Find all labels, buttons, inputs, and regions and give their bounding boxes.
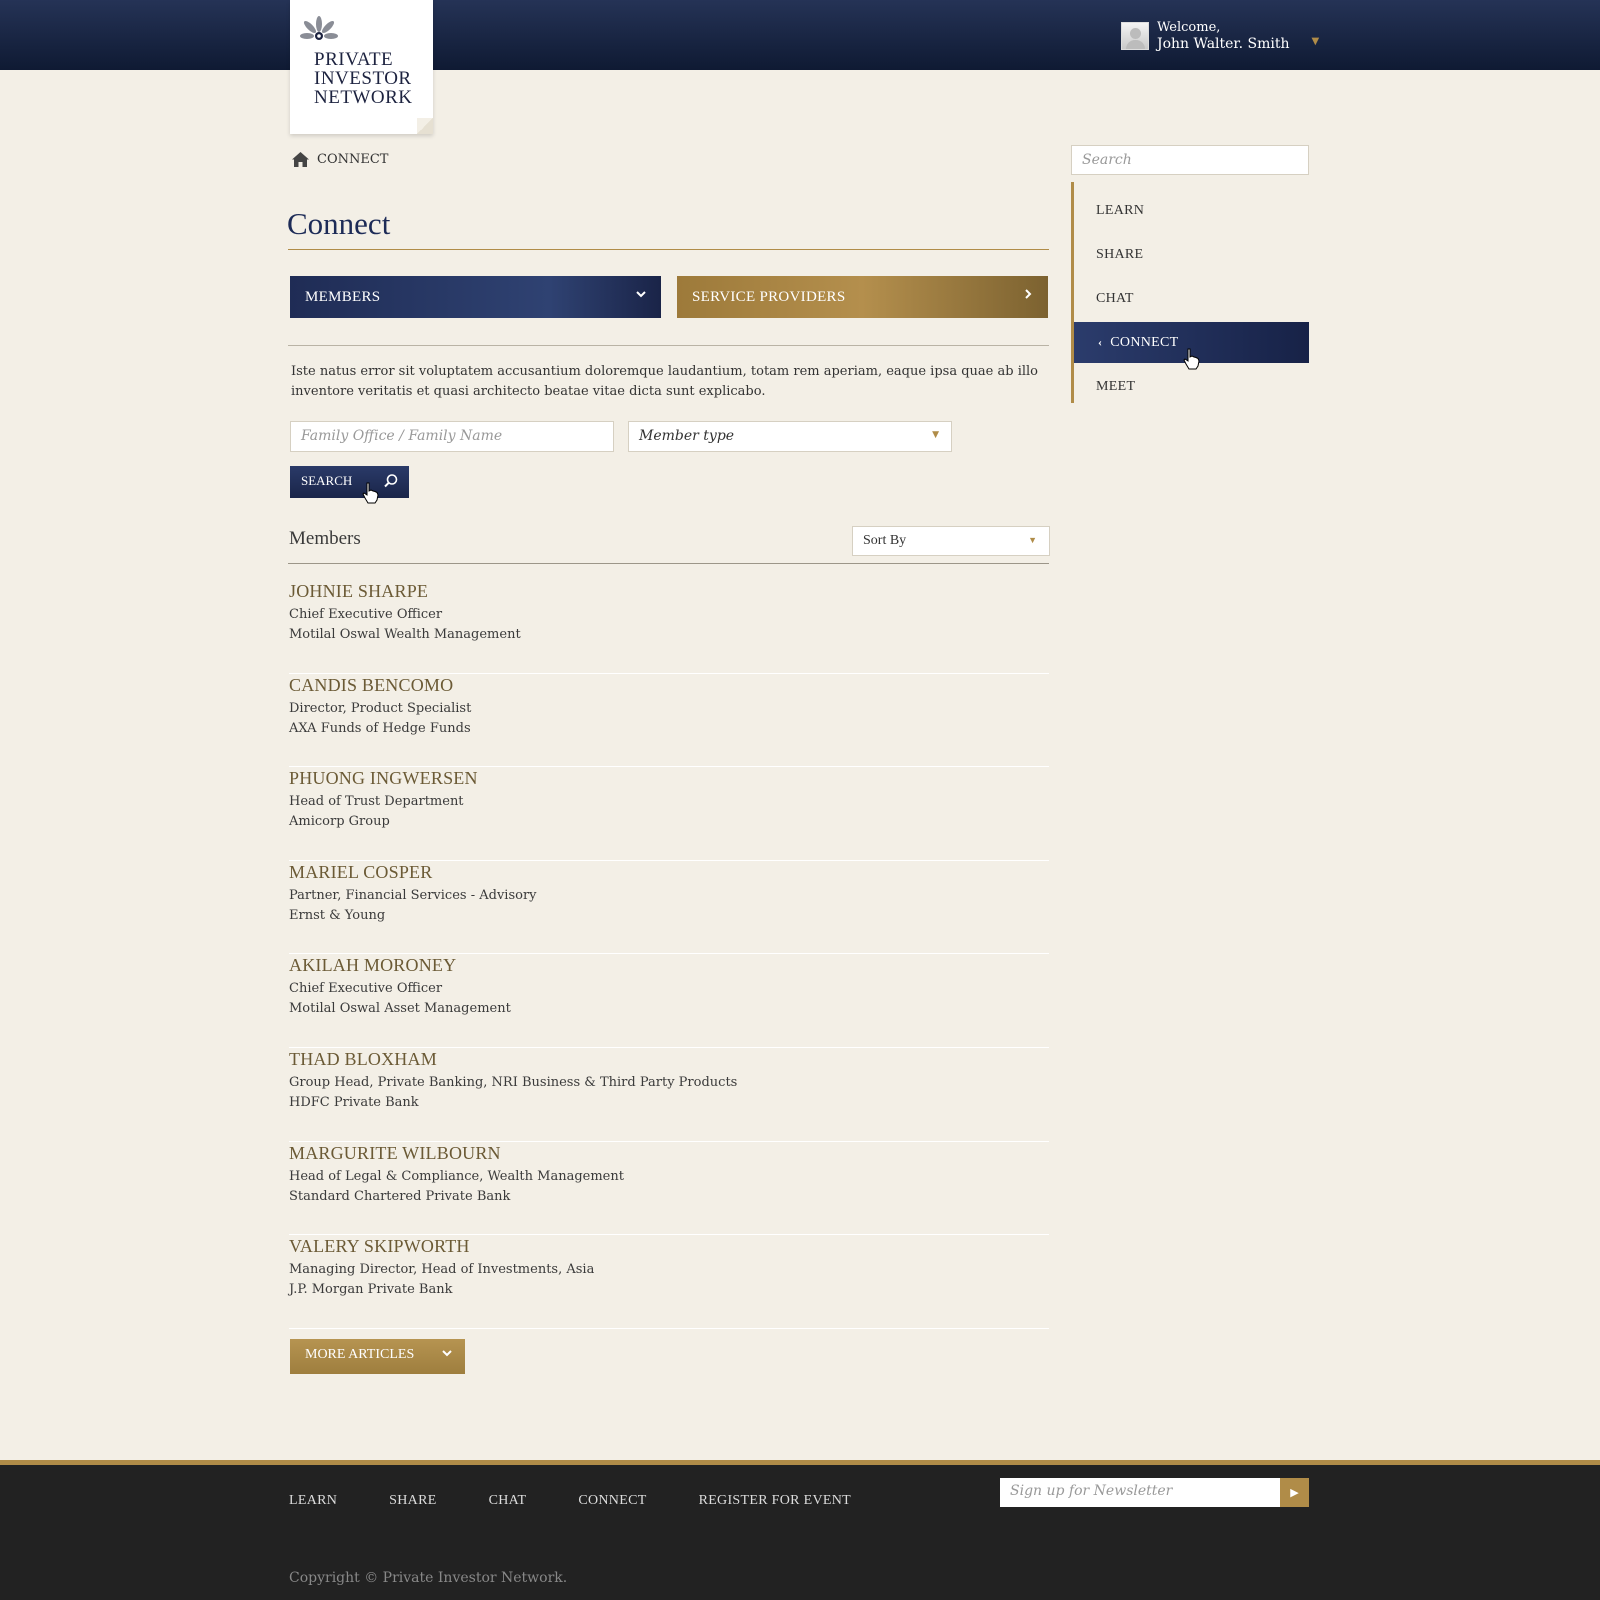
newsletter-input[interactable]: Sign up for Newsletter [1000, 1478, 1280, 1507]
member-title: Chief Executive Officer [289, 981, 443, 997]
breadcrumb-current[interactable]: CONNECT [317, 152, 388, 167]
member-name[interactable]: JOHNIE SHARPE [289, 580, 1049, 605]
sidebar-search-input[interactable]: Search [1071, 145, 1309, 175]
logo-line-2: INVESTOR [314, 68, 412, 89]
member-name[interactable]: MARGURITE WILBOURN [289, 1142, 1049, 1167]
sidebar-item-learn[interactable]: LEARN [1074, 190, 1309, 231]
sidebar-item-share[interactable]: SHARE [1074, 234, 1309, 275]
sidebar-item-label: MEET [1096, 378, 1136, 394]
sidebar-item-label: CONNECT [1110, 334, 1179, 350]
member-type-value: Member type [639, 428, 735, 444]
home-icon[interactable] [292, 152, 309, 167]
members-heading: Members [289, 528, 361, 549]
member-row: PHUONG INGWERSEN Head of Trust Department… [289, 767, 1049, 861]
avatar [1121, 22, 1149, 50]
breadcrumb: CONNECT [292, 152, 388, 167]
member-name[interactable]: PHUONG INGWERSEN [289, 767, 1049, 792]
member-row: VALERY SKIPWORTH Managing Director, Head … [289, 1235, 1049, 1329]
sidebar-item-chat[interactable]: CHAT [1074, 278, 1309, 319]
newsletter-submit-button[interactable]: ▶ [1280, 1478, 1309, 1507]
member-name[interactable]: MARIEL COSPER [289, 861, 1049, 886]
hand-cursor-icon [362, 482, 379, 504]
logo-line-1: PRIVATE [314, 49, 394, 70]
member-title: Head of Trust Department [289, 794, 464, 810]
footer-link-learn[interactable]: LEARN [289, 1493, 337, 1509]
top-bar: Welcome, John Walter. Smith ▼ [0, 0, 1600, 70]
member-row: MARGURITE WILBOURN Head of Legal & Compli… [289, 1142, 1049, 1236]
search-button[interactable]: SEARCH [290, 466, 409, 498]
caret-down-icon: ▼ [932, 430, 939, 440]
member-title: Chief Executive Officer [289, 607, 443, 622]
welcome-text: Welcome, [1157, 20, 1221, 35]
copyright: Copyright © Private Investor Network. [289, 1570, 568, 1586]
member-row: JOHNIE SHARPE Chief Executive Officer Moti… [289, 580, 1049, 674]
member-name[interactable]: AKILAH MORONEY [289, 954, 1049, 979]
user-name: John Walter. Smith [1157, 36, 1290, 52]
member-name[interactable]: VALERY SKIPWORTH [289, 1235, 1049, 1260]
member-type-select[interactable]: Member type ▼ [628, 421, 952, 452]
chevron-right-icon [1022, 288, 1034, 305]
hand-cursor-icon [1183, 348, 1200, 370]
member-company: Ernst & Young [289, 907, 386, 923]
divider [288, 563, 1049, 564]
sort-by-label: Sort By [863, 533, 907, 548]
footer-nav: LEARN SHARE CHAT CONNECT REGISTER FOR EVENT [289, 1493, 903, 1509]
chevron-down-icon [635, 288, 647, 305]
member-title: Group Head, Private Banking, NRI Busines… [289, 1074, 738, 1090]
member-title: Partner, Financial Services - Advisory [289, 887, 537, 903]
logo-line-3: NETWORK [314, 87, 413, 108]
footer-link-connect[interactable]: CONNECT [578, 1493, 646, 1509]
family-name-input[interactable]: Family Office / Family Name [290, 421, 614, 452]
more-articles-button[interactable]: MORE ARTICLES [290, 1339, 465, 1374]
sidebar-item-label: CHAT [1096, 290, 1134, 306]
footer-link-register-for-event[interactable]: REGISTER FOR EVENT [699, 1493, 851, 1509]
member-row: THAD BLOXHAM Group Head, Private Banking,… [289, 1048, 1049, 1142]
sort-by-select[interactable]: Sort By ▼ [852, 526, 1050, 556]
caret-down-icon: ▼ [1028, 535, 1037, 545]
search-button-label: SEARCH [301, 473, 353, 488]
member-name[interactable]: CANDIS BENCOMO [289, 674, 1049, 699]
member-title: Head of Legal & Compliance, Wealth Manag… [289, 1168, 624, 1184]
footer-link-share[interactable]: SHARE [389, 1493, 436, 1509]
member-company: HDFC Private Bank [289, 1094, 419, 1110]
more-articles-label: MORE ARTICLES [305, 1347, 415, 1362]
chevron-left-icon: ‹ [1098, 335, 1103, 349]
chevron-down-icon [441, 1347, 453, 1364]
intro-text: Iste natus error sit voluptatem accusant… [291, 364, 1038, 399]
member-title: Director, Product Specialist [289, 700, 472, 716]
member-row: CANDIS BENCOMO Director, Product Speciali… [289, 674, 1049, 768]
member-title: Managing Director, Head of Investments, … [289, 1262, 595, 1278]
footer-link-chat[interactable]: CHAT [489, 1493, 527, 1509]
tab-service-providers-label: SERVICE PROVIDERS [692, 288, 846, 305]
member-name[interactable]: THAD BLOXHAM [289, 1048, 1049, 1073]
tab-members-label: MEMBERS [305, 288, 381, 305]
tab-service-providers[interactable]: SERVICE PROVIDERS [677, 276, 1048, 318]
sidebar-item-meet[interactable]: MEET [1074, 366, 1309, 407]
divider [288, 345, 1049, 346]
member-company: AXA Funds of Hedge Funds [289, 720, 471, 736]
member-company: Motilal Oswal Wealth Management [289, 627, 521, 642]
caret-down-icon[interactable]: ▼ [1311, 36, 1319, 47]
member-company: J.P. Morgan Private Bank [289, 1282, 453, 1298]
sidebar-item-label: LEARN [1096, 202, 1145, 218]
member-row: MARIEL COSPER Partner, Financial Services… [289, 861, 1049, 955]
user-menu[interactable]: Welcome, John Walter. Smith ▼ [1121, 20, 1319, 52]
member-row: AKILAH MORONEY Chief Executive Officer Mot… [289, 954, 1049, 1048]
divider [288, 249, 1049, 250]
footer: LEARN SHARE CHAT CONNECT REGISTER FOR EVENT … [0, 1465, 1600, 1600]
search-icon [384, 474, 398, 488]
member-list: JOHNIE SHARPE Chief Executive Officer Moti… [289, 580, 1049, 1329]
member-company: Amicorp Group [289, 814, 390, 830]
logo[interactable]: PRIVATE INVESTOR NETWORK [290, 0, 433, 134]
page-curl [417, 118, 433, 134]
sidebar-item-label: SHARE [1096, 246, 1144, 262]
tab-members[interactable]: MEMBERS [290, 276, 661, 318]
page-title: Connect [287, 206, 391, 241]
member-company: Standard Chartered Private Bank [289, 1188, 511, 1204]
member-company: Motilal Oswal Asset Management [289, 1001, 511, 1017]
